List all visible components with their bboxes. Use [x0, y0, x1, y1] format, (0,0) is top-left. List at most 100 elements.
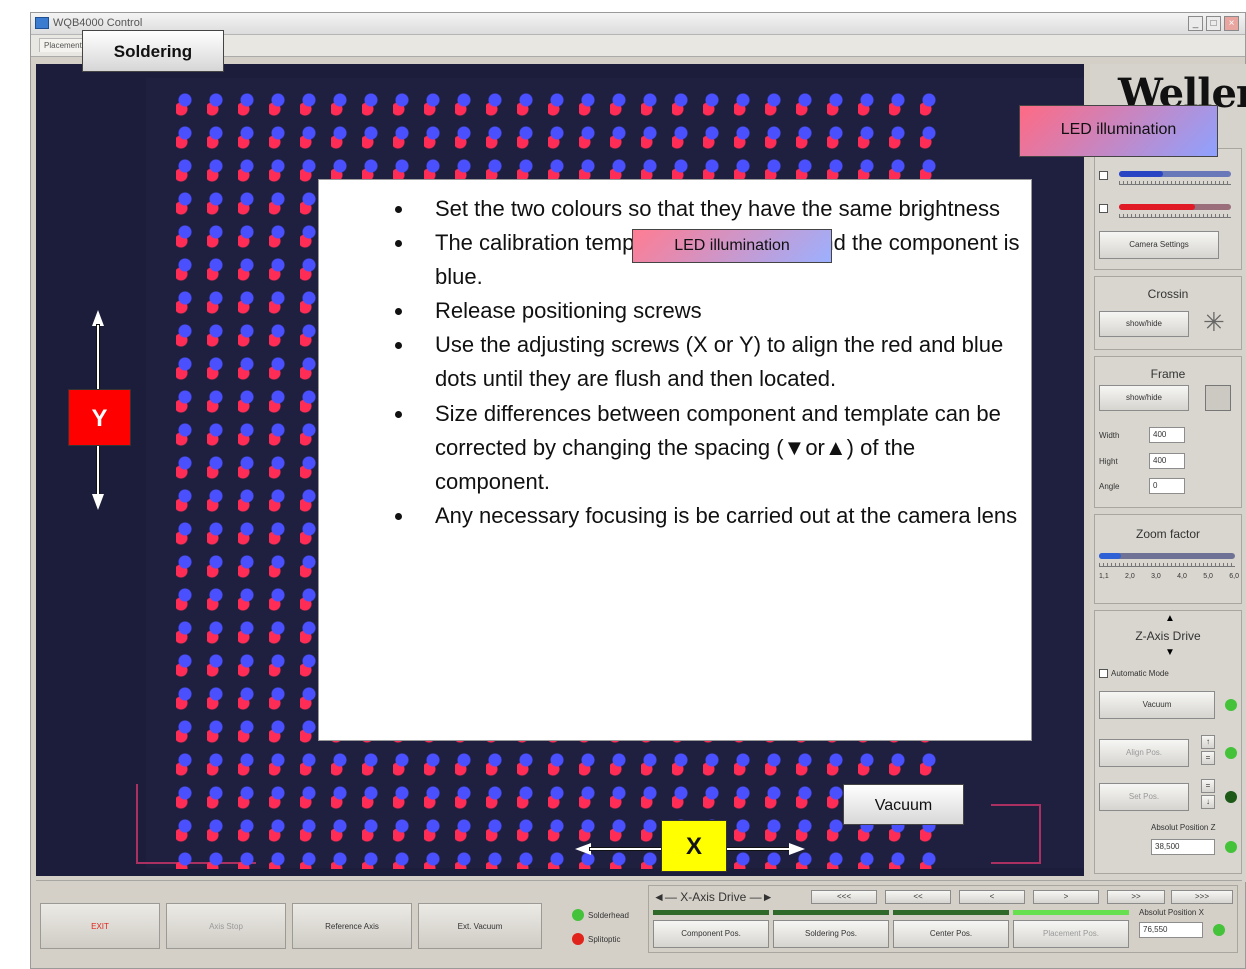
- frame-show-hide-button[interactable]: show/hide: [1099, 385, 1189, 411]
- led-illumination-callout-inline: LED illumination: [632, 229, 832, 263]
- zoom-tick-label: 6,0: [1229, 573, 1239, 580]
- app-icon: [35, 17, 49, 29]
- soldering-pos-button[interactable]: Soldering Pos.: [773, 920, 889, 948]
- left-arrow-icon: ◄—: [653, 890, 677, 904]
- z-mid-up-button[interactable]: =: [1201, 751, 1215, 765]
- x-medium-right-button[interactable]: >>: [1107, 890, 1165, 904]
- abs-z-label: Absolut Position Z: [1151, 823, 1216, 832]
- xaxis-title: X-Axis Drive: [680, 890, 747, 904]
- x-fast-right-button[interactable]: >>>: [1171, 890, 1233, 904]
- down-arrow-icon: ▼: [1165, 647, 1175, 658]
- z-mid-down-button[interactable]: =: [1201, 779, 1215, 793]
- arrow-head-down-icon: [92, 494, 104, 510]
- led-red-checkbox[interactable]: [1099, 204, 1108, 213]
- splitoptic-label: Splitoptic: [588, 935, 621, 944]
- frame-preview-icon: [1205, 385, 1231, 411]
- zoom-tick-label: 1,1: [1099, 573, 1109, 580]
- abs-z-input[interactable]: 38,500: [1151, 839, 1215, 855]
- width-label: Width: [1099, 431, 1120, 440]
- zoom-tick-label: 5,0: [1203, 573, 1213, 580]
- solderhead-label: Solderhead: [588, 911, 629, 920]
- zaxis-group: ▲ Z-Axis Drive ▼ Automatic Mode Vacuum A…: [1094, 610, 1242, 874]
- abs-x-input[interactable]: 76,550: [1139, 922, 1203, 938]
- component-pos-button[interactable]: Component Pos.: [653, 920, 769, 948]
- up-arrow-icon: ▲: [1165, 613, 1175, 624]
- slider-ticks: [1119, 214, 1231, 218]
- led-illumination-callout: LED illumination: [1019, 105, 1218, 157]
- tab-placement[interactable]: Placement: [39, 38, 87, 52]
- led-blue-checkbox[interactable]: [1099, 171, 1108, 180]
- set-pos-button[interactable]: Set Pos.: [1099, 783, 1189, 811]
- led-blue-level: [1119, 171, 1163, 177]
- x-fast-left-button[interactable]: <<<: [811, 890, 877, 904]
- maximize-icon[interactable]: □: [1206, 16, 1221, 31]
- xaxis-group: ◄— X-Axis Drive —► <<< << < > >> >>> Com…: [648, 885, 1238, 953]
- zoom-tick-label: 2,0: [1125, 573, 1135, 580]
- zoom-tick-labels: 1,1 2,0 3,0 4,0 5,0 6,0: [1099, 573, 1239, 580]
- angle-label: Angle: [1099, 482, 1120, 491]
- z-down-button[interactable]: ↓: [1201, 795, 1215, 809]
- camera-settings-button[interactable]: Camera Settings: [1099, 231, 1219, 259]
- soldering-callout: Soldering: [82, 30, 224, 72]
- frame-group: Frame show/hide Width 400 Hight 400 Angl…: [1094, 356, 1242, 508]
- placement-pos-button[interactable]: Placement Pos.: [1013, 920, 1129, 948]
- crosshair-icon: ✳: [1203, 307, 1225, 337]
- hight-label: Hight: [1099, 457, 1118, 466]
- instruction-item: Release positioning screws: [415, 294, 1031, 328]
- close-icon[interactable]: ×: [1224, 16, 1239, 31]
- zaxis-title: Z-Axis Drive: [1135, 629, 1201, 643]
- angle-input[interactable]: 0: [1149, 478, 1185, 494]
- bottom-bar: EXIT Axis Stop Reference Axis Ext. Vacuu…: [36, 880, 1242, 955]
- vacuum-button[interactable]: Vacuum: [1099, 691, 1215, 719]
- slider-ticks: [1099, 563, 1235, 567]
- vacuum-status-led: [1225, 699, 1237, 711]
- led-illumination-group: Camera Settings: [1094, 148, 1242, 270]
- solderhead-led: [572, 909, 584, 921]
- abs-z-status-led: [1225, 841, 1237, 853]
- set-status-led: [1225, 791, 1237, 803]
- align-pos-button[interactable]: Align Pos.: [1099, 739, 1189, 767]
- zoom-tick-label: 4,0: [1177, 573, 1187, 580]
- zoom-group: Zoom factor 1,1 2,0 3,0 4,0 5,0 6,0: [1094, 514, 1242, 604]
- crossin-show-hide-button[interactable]: show/hide: [1099, 311, 1189, 337]
- instruction-item: Set the two colours so that they have th…: [415, 192, 1031, 226]
- arrow-head-right-icon: [789, 843, 805, 855]
- instruction-item: Size differences between component and t…: [415, 397, 1031, 499]
- ext-vacuum-button[interactable]: Ext. Vacuum: [418, 903, 542, 949]
- led-red-level: [1119, 204, 1195, 210]
- exit-button[interactable]: EXIT: [40, 903, 160, 949]
- axis-stop-button[interactable]: Axis Stop: [166, 903, 286, 949]
- pos-indicator: [653, 910, 769, 915]
- instruction-box: Set the two colours so that they have th…: [318, 179, 1032, 741]
- x-slow-left-button[interactable]: <: [959, 890, 1025, 904]
- x-medium-left-button[interactable]: <<: [885, 890, 951, 904]
- reference-axis-button[interactable]: Reference Axis: [292, 903, 412, 949]
- x-slow-right-button[interactable]: >: [1033, 890, 1099, 904]
- splitoptic-led: [572, 933, 584, 945]
- slider-ticks: [1119, 181, 1231, 185]
- right-arrow-icon: —►: [749, 890, 774, 904]
- control-panel: Weller Camera Settings Crossin show/hide…: [1090, 64, 1246, 882]
- align-status-led: [1225, 747, 1237, 759]
- pos-indicator-active: [1013, 910, 1129, 915]
- pos-indicator: [893, 910, 1009, 915]
- zoom-tick-label: 3,0: [1151, 573, 1161, 580]
- instruction-item: Use the adjusting screws (X or Y) to ali…: [415, 328, 1031, 396]
- width-input[interactable]: 400: [1149, 427, 1185, 443]
- xaxis-title-row: ◄— X-Axis Drive —►: [653, 890, 773, 904]
- minimize-icon[interactable]: _: [1188, 16, 1203, 31]
- frame-title: Frame: [1150, 367, 1186, 381]
- window-title: WQB4000 Control: [53, 17, 143, 29]
- board-marking: [991, 804, 1041, 864]
- abs-x-status-led: [1213, 924, 1225, 936]
- center-pos-button[interactable]: Center Pos.: [893, 920, 1009, 948]
- crossin-group: Crossin show/hide ✳: [1094, 276, 1242, 350]
- hight-input[interactable]: 400: [1149, 453, 1185, 469]
- crossin-title: Crossin: [1147, 287, 1189, 301]
- z-up-button[interactable]: ↑: [1201, 735, 1215, 749]
- abs-x-label: Absolut Position X: [1139, 908, 1204, 917]
- zoom-level: [1099, 553, 1121, 559]
- automatic-mode-checkbox[interactable]: [1099, 669, 1108, 678]
- zoom-title: Zoom factor: [1135, 527, 1201, 541]
- instruction-item: Any necessary focusing is be carried out…: [415, 499, 1031, 533]
